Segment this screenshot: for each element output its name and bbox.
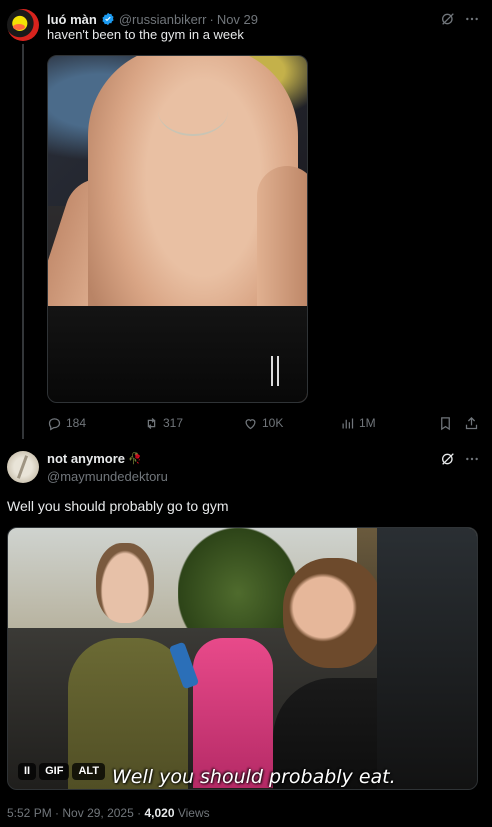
views-label: Views: [177, 806, 210, 820]
gif-caption: Well you should probably eat.: [112, 766, 396, 788]
media-controls: II GIF ALT: [18, 763, 106, 780]
avatar[interactable]: [7, 451, 39, 483]
pause-button[interactable]: II: [18, 763, 37, 780]
tweet-meta: 5:52 PM · Nov 29, 2025 · 4,020 Views: [7, 806, 210, 820]
separator: ·: [209, 11, 214, 27]
reply-count: 184: [66, 416, 87, 430]
tweet-text: haven't been to the gym in a week: [47, 27, 244, 42]
share-icon[interactable]: [464, 416, 479, 431]
tweet-gif[interactable]: II GIF ALT Well you should probably eat.: [7, 527, 478, 790]
author-name[interactable]: luó màn: [47, 12, 97, 27]
repost-count: 317: [163, 416, 184, 430]
wilted-rose-emoji: 🥀: [128, 453, 142, 465]
tweet-full-date[interactable]: Nov 29, 2025: [62, 806, 133, 820]
reply-button[interactable]: 184: [47, 416, 86, 431]
tweet-date[interactable]: Nov 29: [217, 12, 258, 27]
grok-icon[interactable]: [440, 451, 456, 467]
avatar[interactable]: [7, 9, 39, 41]
alt-badge[interactable]: ALT: [72, 763, 106, 780]
views-count: 4,020: [144, 806, 175, 820]
tweet-header: luó màn @russianbikerr · Nov 29: [47, 10, 258, 28]
verified-icon: [101, 12, 115, 26]
thread-connector-line: [22, 44, 24, 439]
like-count: 10K: [262, 416, 284, 430]
author-handle[interactable]: @russianbikerr: [119, 12, 207, 27]
views-button[interactable]: 1M: [340, 416, 376, 431]
tweet-time[interactable]: 5:52 PM: [7, 806, 52, 820]
views-count: 1M: [359, 416, 376, 430]
author-handle[interactable]: @maymundedektoru: [47, 469, 168, 484]
like-icon: [245, 418, 256, 429]
author-name-row[interactable]: not anymore 🥀: [47, 451, 168, 466]
more-icon[interactable]: [464, 451, 480, 467]
reply-icon: [48, 417, 61, 431]
repost-button[interactable]: 317: [144, 416, 183, 431]
grok-icon[interactable]: [440, 11, 456, 27]
bookmark-icon[interactable]: [438, 416, 453, 431]
separator: ·: [55, 806, 60, 820]
more-icon[interactable]: [464, 11, 480, 27]
views-icon: [342, 418, 354, 428]
tweet-header: not anymore 🥀 @maymundedektoru: [47, 451, 168, 484]
gif-badge: GIF: [39, 763, 70, 780]
repost-icon: [147, 417, 156, 429]
tweet-actions: 184 317 10K 1M: [47, 414, 487, 432]
separator: ·: [137, 806, 142, 820]
like-button[interactable]: 10K: [243, 416, 283, 431]
tweet-image[interactable]: [47, 55, 308, 403]
author-name[interactable]: not anymore: [47, 451, 125, 466]
tweet-text: Well you should probably go to gym: [7, 498, 229, 514]
parent-tweet[interactable]: luó màn @russianbikerr · Nov 29 haven't …: [0, 0, 492, 440]
